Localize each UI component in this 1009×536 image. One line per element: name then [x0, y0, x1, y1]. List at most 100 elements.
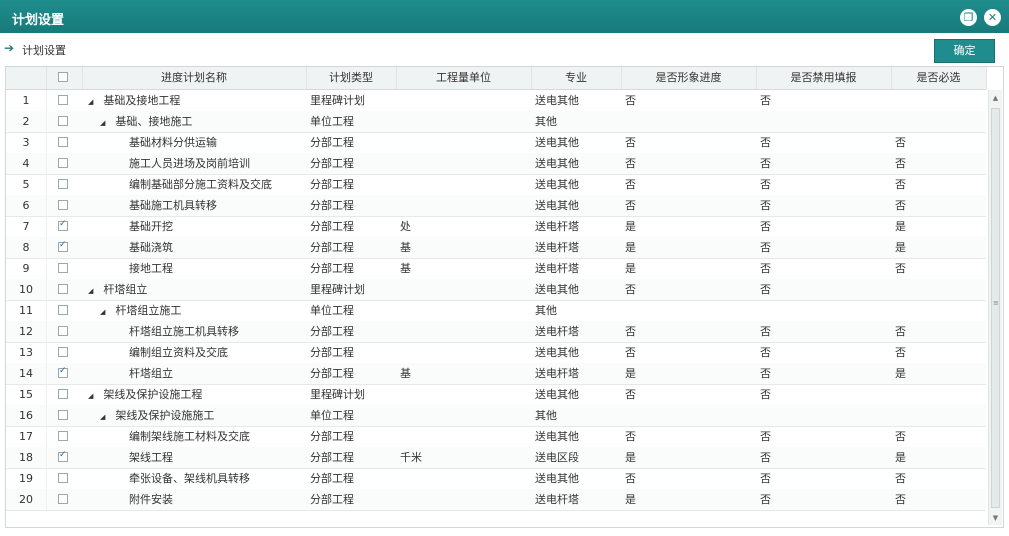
row-checkbox[interactable] — [58, 366, 68, 378]
cell-major: 送电其他 — [535, 94, 579, 107]
row-checkbox[interactable] — [58, 95, 68, 105]
expand-triangle-icon[interactable]: ◢ — [88, 98, 93, 106]
header-image-progress[interactable]: 是否形象进度 — [621, 67, 757, 89]
table-row[interactable]: 5 编制基础部分施工资料及交底 分部工程 送电其他 否 否 否 — [6, 174, 986, 196]
restore-icon[interactable]: ❐ — [960, 9, 977, 26]
table-row[interactable]: 3 基础材料分供运输 分部工程 送电其他 否 否 否 — [6, 132, 986, 154]
scroll-up-icon[interactable]: ▲ — [991, 94, 1000, 103]
cell-type: 里程碑计划 — [310, 94, 365, 107]
header-name[interactable]: 进度计划名称 — [82, 67, 307, 89]
row-checkbox[interactable] — [58, 263, 68, 273]
table-row[interactable]: 20 附件安装 分部工程 送电杆塔 是 否 否 — [6, 489, 986, 511]
row-checkbox[interactable] — [58, 284, 68, 294]
table-row[interactable]: 6 基础施工机具转移 分部工程 送电其他 否 否 否 — [6, 195, 986, 217]
cell-type: 里程碑计划 — [310, 283, 365, 296]
row-checkbox[interactable] — [58, 158, 68, 168]
cell-required: 否 — [895, 346, 906, 359]
cell-required: 否 — [895, 178, 906, 191]
header-select-all[interactable] — [46, 67, 83, 89]
table-row[interactable]: 2 ◢ 基础、接地施工 单位工程 其他 — [6, 111, 986, 133]
table-row[interactable]: 16 ◢ 架线及保护设施施工 单位工程 其他 — [6, 405, 986, 427]
cell-name: 编制架线施工材料及交底 — [112, 426, 306, 447]
cell-major: 送电区段 — [535, 451, 579, 464]
expand-triangle-icon[interactable]: ◢ — [100, 413, 105, 421]
cell-major: 送电杆塔 — [535, 262, 579, 275]
breadcrumb: 计划设置 — [22, 44, 66, 57]
cell-name: 牵张设备、架线机具转移 — [112, 468, 306, 489]
expand-triangle-icon[interactable]: ◢ — [88, 392, 93, 400]
table-row[interactable]: 19 牵张设备、架线机具转移 分部工程 送电其他 否 否 否 — [6, 468, 986, 490]
cell-required: 是 — [895, 367, 906, 380]
row-checkbox[interactable] — [58, 116, 68, 126]
row-number: 3 — [6, 132, 47, 153]
row-checkbox[interactable] — [58, 410, 68, 420]
header-required[interactable]: 是否必选 — [891, 67, 987, 89]
row-checkbox[interactable] — [58, 137, 68, 147]
arrow-right-icon: ➔ — [4, 41, 15, 55]
table-row[interactable]: 4 施工人员进场及岗前培训 分部工程 送电其他 否 否 否 — [6, 153, 986, 175]
cell-major: 送电其他 — [535, 136, 579, 149]
expand-triangle-icon[interactable]: ◢ — [100, 119, 105, 127]
confirm-button[interactable]: 确定 — [934, 39, 995, 63]
cell-type: 分部工程 — [310, 472, 354, 485]
row-checkbox[interactable] — [58, 450, 68, 462]
table-row[interactable]: 7 基础开挖 分部工程 处 送电杆塔 是 否 是 — [6, 216, 986, 238]
toolbar: ➔ 计划设置 — [0, 33, 1009, 63]
table-row[interactable]: 17 编制架线施工材料及交底 分部工程 送电其他 否 否 否 — [6, 426, 986, 448]
row-checkbox[interactable] — [58, 179, 68, 189]
row-name-text: 基础开挖 — [129, 220, 173, 233]
cell-unit: 基 — [400, 367, 411, 380]
close-icon[interactable]: ✕ — [984, 9, 1001, 26]
cell-type: 分部工程 — [310, 451, 354, 464]
cell-disable-fill: 否 — [760, 367, 771, 380]
row-name-text: 接地工程 — [129, 262, 173, 275]
table-row[interactable]: 10 ◢ 杆塔组立 里程碑计划 送电其他 否 否 — [6, 279, 986, 301]
cell-image-progress: 否 — [625, 199, 636, 212]
table-row[interactable]: 1 ◢ 基础及接地工程 里程碑计划 送电其他 否 否 — [6, 90, 986, 112]
row-checkbox[interactable] — [58, 431, 68, 441]
table-row[interactable]: 11 ◢ 杆塔组立施工 单位工程 其他 — [6, 300, 986, 322]
vertical-scrollbar[interactable]: ▲ ≡ ▼ — [988, 90, 1002, 525]
table-row[interactable]: 14 杆塔组立 分部工程 基 送电杆塔 是 否 是 — [6, 363, 986, 385]
row-number: 15 — [6, 384, 47, 405]
row-checkbox[interactable] — [58, 305, 68, 315]
select-all-checkbox[interactable] — [58, 72, 68, 82]
cell-required: 否 — [895, 472, 906, 485]
row-checkbox[interactable] — [58, 494, 68, 504]
cell-type: 分部工程 — [310, 157, 354, 170]
cell-unit — [400, 321, 531, 342]
table-row[interactable]: 8 基础浇筑 分部工程 基 送电杆塔 是 否 是 — [6, 237, 986, 259]
expand-triangle-icon[interactable]: ◢ — [100, 308, 105, 316]
table-row[interactable]: 12 杆塔组立施工机具转移 分部工程 送电杆塔 否 否 否 — [6, 321, 986, 343]
header-type[interactable]: 计划类型 — [306, 67, 397, 89]
scroll-down-icon[interactable]: ▼ — [991, 514, 1000, 523]
cell-image-progress: 是 — [625, 241, 636, 254]
cell-name: ◢ 基础、接地施工 — [100, 111, 306, 132]
cell-disable-fill: 否 — [760, 325, 771, 338]
header-major[interactable]: 专业 — [531, 67, 622, 89]
cell-unit — [400, 342, 531, 363]
row-number: 17 — [6, 426, 47, 447]
row-number: 6 — [6, 195, 47, 216]
cell-required — [895, 300, 986, 321]
cell-major: 送电其他 — [535, 157, 579, 170]
cell-image-progress: 否 — [625, 283, 636, 296]
table-row[interactable]: 15 ◢ 架线及保护设施工程 里程碑计划 送电其他 否 否 — [6, 384, 986, 406]
row-name-text: 编制架线施工材料及交底 — [129, 430, 250, 443]
row-checkbox[interactable] — [58, 347, 68, 357]
cell-type: 分部工程 — [310, 325, 354, 338]
header-unit[interactable]: 工程量单位 — [396, 67, 532, 89]
row-checkbox[interactable] — [58, 473, 68, 483]
scroll-thumb[interactable]: ≡ — [991, 108, 1000, 508]
expand-triangle-icon[interactable]: ◢ — [88, 287, 93, 295]
header-disable-fill[interactable]: 是否禁用填报 — [756, 67, 892, 89]
row-checkbox[interactable] — [58, 389, 68, 399]
table-row[interactable]: 18 架线工程 分部工程 千米 送电区段 是 否 是 — [6, 447, 986, 469]
row-checkbox[interactable] — [58, 200, 68, 210]
row-checkbox[interactable] — [58, 240, 68, 252]
cell-name: ◢ 架线及保护设施施工 — [100, 405, 306, 426]
table-row[interactable]: 13 编制组立资料及交底 分部工程 送电其他 否 否 否 — [6, 342, 986, 364]
table-row[interactable]: 9 接地工程 分部工程 基 送电杆塔 是 否 否 — [6, 258, 986, 280]
row-checkbox[interactable] — [58, 219, 68, 231]
row-checkbox[interactable] — [58, 326, 68, 336]
